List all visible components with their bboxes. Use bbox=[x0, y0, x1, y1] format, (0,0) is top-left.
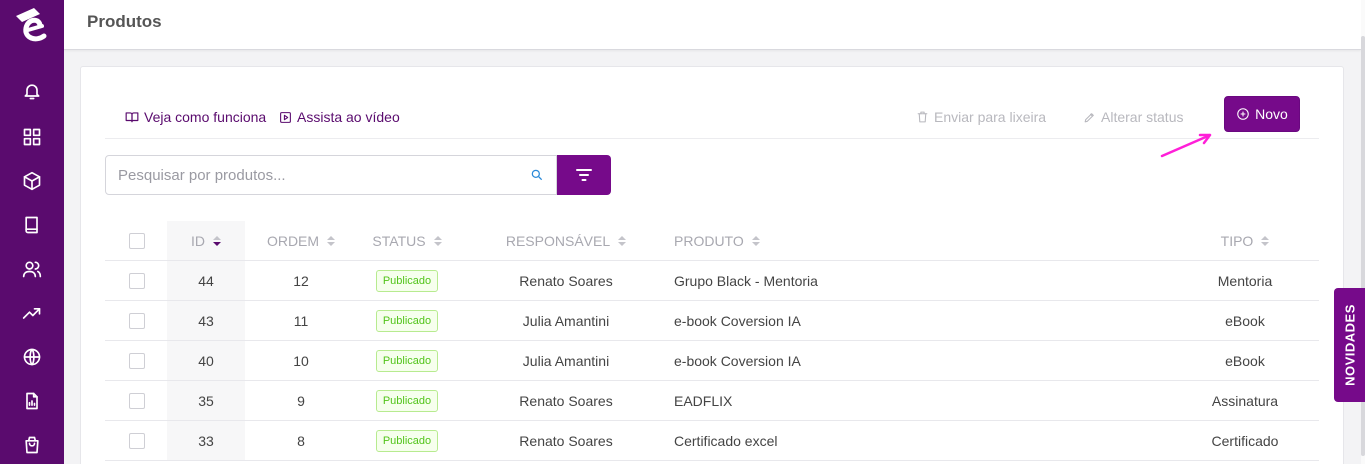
page-title: Produtos bbox=[87, 12, 162, 31]
novidades-label: NOVIDADES bbox=[1342, 304, 1357, 386]
column-header-id[interactable]: ID bbox=[167, 221, 245, 261]
filter-icon bbox=[576, 169, 592, 181]
column-header-tipo[interactable]: TIPO bbox=[1165, 221, 1325, 261]
how-it-works-link[interactable]: Veja como funciona bbox=[125, 108, 266, 126]
status-badge: Publicado bbox=[375, 350, 439, 372]
new-product-label: Novo bbox=[1255, 106, 1288, 122]
cell-ordem: 12 bbox=[293, 273, 309, 289]
pencil-icon bbox=[1084, 112, 1094, 122]
table-row[interactable]: 44 12 Publicado Renato Soares Grupo Blac… bbox=[105, 261, 1319, 301]
watch-video-link[interactable]: Assista ao vídeo bbox=[279, 108, 400, 126]
cell-ordem: 11 bbox=[293, 313, 309, 329]
sort-icon bbox=[213, 236, 221, 246]
cell-produto[interactable]: e-book Coversion IA bbox=[674, 301, 1074, 341]
cell-tipo: eBook bbox=[1225, 353, 1265, 369]
toolbar-divider bbox=[105, 138, 1319, 139]
row-checkbox[interactable] bbox=[129, 313, 145, 329]
cell-responsavel: Renato Soares bbox=[519, 433, 613, 449]
box-icon[interactable] bbox=[20, 169, 44, 193]
watch-video-label: Assista ao vídeo bbox=[297, 109, 400, 125]
search-box bbox=[105, 155, 557, 195]
status-badge: Publicado bbox=[375, 310, 439, 332]
row-checkbox[interactable] bbox=[129, 393, 145, 409]
cell-id: 40 bbox=[198, 353, 214, 369]
new-product-button[interactable]: Novo bbox=[1224, 96, 1300, 132]
trash-icon bbox=[917, 111, 928, 123]
send-to-trash-button[interactable]: Enviar para lixeira bbox=[916, 108, 1046, 126]
cell-tipo: eBook bbox=[1225, 313, 1265, 329]
cell-tipo: Assinatura bbox=[1211, 393, 1279, 409]
filter-button[interactable] bbox=[557, 155, 611, 195]
change-status-label: Alterar status bbox=[1101, 109, 1184, 125]
annotation-arrow-icon bbox=[1160, 133, 1212, 158]
search-icon[interactable] bbox=[530, 168, 544, 187]
table-row[interactable]: 43 11 Publicado Julia Amantini e-book Co… bbox=[105, 301, 1319, 341]
cell-produto[interactable]: Certificado excel bbox=[674, 421, 1074, 461]
products-card: Veja como funciona Assista ao vídeo Envi… bbox=[80, 66, 1344, 464]
status-badge: Publicado bbox=[375, 430, 439, 452]
row-checkbox[interactable] bbox=[129, 433, 145, 449]
sort-icon bbox=[618, 236, 627, 246]
send-to-trash-label: Enviar para lixeira bbox=[934, 109, 1047, 125]
shopping-bag-icon[interactable] bbox=[20, 433, 44, 457]
change-status-button[interactable]: Alterar status bbox=[1083, 108, 1183, 126]
cell-responsavel: Renato Soares bbox=[519, 393, 613, 409]
cell-responsavel: Renato Soares bbox=[519, 273, 613, 289]
open-book-icon bbox=[125, 112, 139, 123]
products-table: ID ORDEM STATUS RESPONSÁVEL PRODUTO TIPO… bbox=[105, 221, 1319, 461]
select-all-checkbox[interactable] bbox=[129, 233, 145, 249]
column-header-responsavel[interactable]: RESPONSÁVEL bbox=[487, 221, 645, 261]
globe-icon[interactable] bbox=[20, 345, 44, 369]
table-row[interactable]: 35 9 Publicado Renato Soares EADFLIX Ass… bbox=[105, 381, 1319, 421]
sidebar bbox=[0, 0, 64, 464]
table-header: ID ORDEM STATUS RESPONSÁVEL PRODUTO TIPO bbox=[105, 221, 1319, 261]
cell-id: 33 bbox=[198, 433, 214, 449]
page-header: Produtos bbox=[64, 0, 1361, 50]
cell-produto[interactable]: e-book Coversion IA bbox=[674, 341, 1074, 381]
status-badge: Publicado bbox=[375, 270, 439, 292]
column-header-ordem[interactable]: ORDEM bbox=[255, 221, 347, 261]
column-header-status[interactable]: STATUS bbox=[357, 221, 457, 261]
plus-circle-icon bbox=[1237, 108, 1249, 120]
cell-id: 35 bbox=[198, 393, 214, 409]
trending-up-icon[interactable] bbox=[20, 301, 44, 325]
cell-produto[interactable]: Grupo Black - Mentoria bbox=[674, 261, 1074, 301]
sort-icon bbox=[1261, 236, 1270, 246]
grid-icon[interactable] bbox=[20, 125, 44, 149]
cell-id: 43 bbox=[198, 313, 214, 329]
row-checkbox[interactable] bbox=[129, 273, 145, 289]
app-logo[interactable] bbox=[10, 4, 54, 52]
cell-tipo: Mentoria bbox=[1217, 273, 1273, 289]
report-icon[interactable] bbox=[20, 389, 44, 413]
cell-ordem: 10 bbox=[293, 353, 309, 369]
status-badge: Publicado bbox=[375, 390, 439, 412]
bell-icon[interactable] bbox=[20, 79, 44, 103]
table-row[interactable]: 40 10 Publicado Julia Amantini e-book Co… bbox=[105, 341, 1319, 381]
cell-ordem: 9 bbox=[297, 393, 305, 409]
row-checkbox[interactable] bbox=[129, 353, 145, 369]
search-input[interactable] bbox=[106, 156, 506, 194]
cell-responsavel: Julia Amantini bbox=[522, 313, 610, 329]
novidades-tab[interactable]: NOVIDADES bbox=[1334, 288, 1365, 402]
sort-icon bbox=[751, 236, 760, 246]
cell-tipo: Certificado bbox=[1211, 433, 1279, 449]
cell-produto[interactable]: EADFLIX bbox=[674, 381, 1074, 421]
column-header-produto[interactable]: PRODUTO bbox=[674, 221, 1074, 261]
how-it-works-label: Veja como funciona bbox=[144, 109, 267, 125]
book-icon[interactable] bbox=[20, 213, 44, 237]
table-row[interactable]: 33 8 Publicado Renato Soares Certificado… bbox=[105, 421, 1319, 461]
cell-id: 44 bbox=[198, 273, 214, 289]
users-icon[interactable] bbox=[20, 257, 44, 281]
cell-ordem: 8 bbox=[297, 433, 305, 449]
video-icon bbox=[280, 111, 291, 123]
sort-icon bbox=[327, 236, 336, 246]
sort-icon bbox=[433, 236, 442, 246]
cell-responsavel: Julia Amantini bbox=[522, 353, 610, 369]
